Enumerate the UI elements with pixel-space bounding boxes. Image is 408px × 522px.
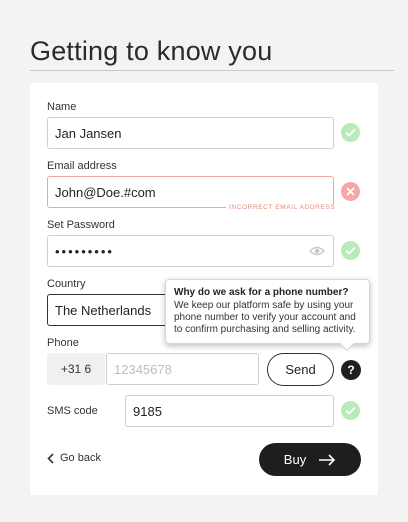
password-valid-status	[341, 241, 360, 260]
title-divider	[30, 70, 394, 71]
email-error-message: INCORRECT EMAIL ADDRESS	[226, 204, 339, 211]
password-label: Set Password	[47, 219, 115, 231]
chevron-left-icon	[47, 452, 54, 464]
phone-number-input[interactable]: 12345678	[106, 353, 259, 385]
phone-number-tooltip: Why do we ask for a phone number? We kee…	[165, 279, 370, 352]
buy-button[interactable]: Buy	[259, 443, 361, 476]
eye-icon[interactable]	[309, 244, 325, 258]
phone-placeholder: 12345678	[114, 361, 172, 377]
phone-help-button[interactable]: ?	[341, 360, 361, 380]
check-icon	[345, 246, 356, 255]
name-label: Name	[47, 101, 77, 113]
country-label: Country	[47, 278, 86, 290]
email-value: John@Doe.#com	[55, 184, 156, 200]
tooltip-title: Why do we ask for a phone number?	[174, 287, 349, 298]
tooltip-arrow	[339, 336, 355, 352]
phone-label: Phone	[47, 337, 79, 349]
tooltip-body: We keep our platform safe by using your …	[174, 300, 356, 335]
signup-form-card: Name Jan Jansen Email address John@Doe.#…	[30, 83, 378, 495]
password-value: •••••••••	[55, 243, 114, 259]
buy-label: Buy	[283, 452, 307, 467]
country-value: The Netherlands	[55, 302, 152, 318]
cross-icon	[346, 187, 355, 196]
phone-country-prefix[interactable]: +31 6	[47, 353, 105, 385]
email-invalid-status	[341, 182, 360, 201]
page: Getting to know you Name Jan Jansen Emai…	[0, 0, 408, 522]
name-value: Jan Jansen	[55, 125, 122, 141]
sms-code-valid-status	[341, 401, 360, 420]
check-icon	[345, 128, 356, 137]
send-code-button[interactable]: Send	[267, 353, 334, 386]
name-valid-status	[341, 123, 360, 142]
go-back-label: Go back	[60, 452, 101, 464]
check-icon	[345, 406, 356, 415]
arrow-right-icon	[319, 453, 336, 466]
sms-code-field[interactable]: 9185	[125, 395, 334, 427]
sms-code-value: 9185	[133, 403, 162, 419]
page-title: Getting to know you	[30, 36, 273, 66]
name-field[interactable]: Jan Jansen	[47, 117, 334, 149]
password-field[interactable]: •••••••••	[47, 235, 334, 267]
email-label: Email address	[47, 160, 117, 172]
go-back-link[interactable]: Go back	[47, 452, 101, 464]
sms-code-label: SMS code	[47, 405, 98, 417]
